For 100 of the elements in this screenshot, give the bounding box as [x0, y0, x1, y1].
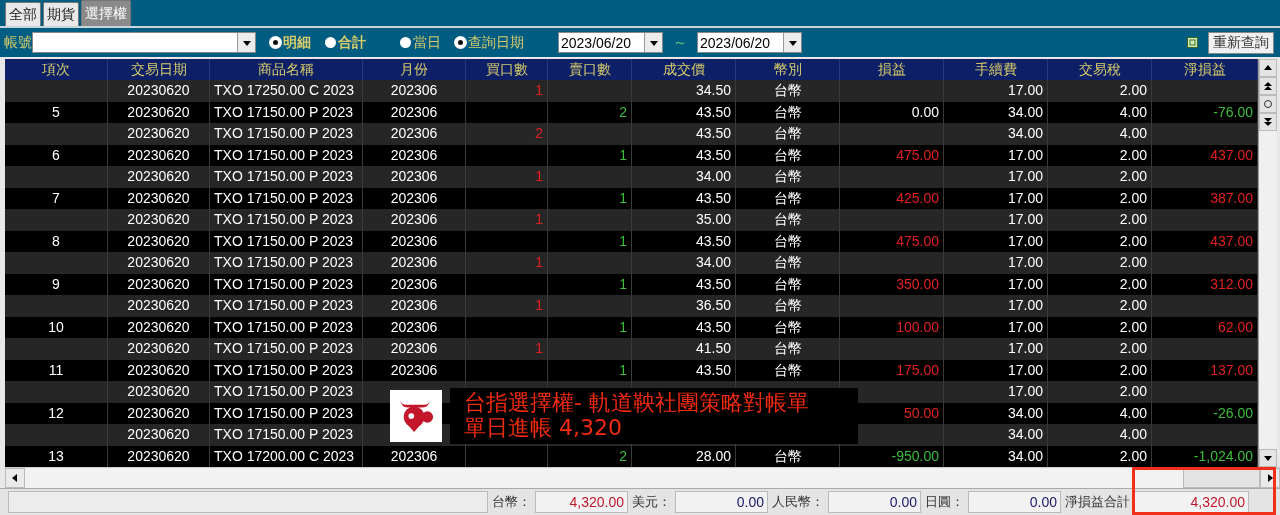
table-cell: 34.50	[695, 82, 731, 99]
table-cell: 台幣	[773, 297, 802, 314]
table-cell: -950.00	[891, 447, 939, 464]
account-dropdown[interactable]	[32, 32, 256, 54]
table-cell: 43.50	[695, 318, 731, 335]
table-cell: 475.00	[896, 146, 939, 163]
table-cell: 34.00	[695, 168, 731, 185]
table-cell: 1	[535, 340, 543, 357]
range-separator: ～	[673, 33, 687, 52]
table-cell: 8	[52, 232, 60, 249]
tab[interactable]: 全部	[5, 2, 41, 26]
vertical-scrollbar[interactable]	[1258, 59, 1277, 468]
table-cell: 34.00	[1007, 404, 1043, 421]
circle-icon[interactable]	[1263, 99, 1273, 110]
table-cell: 2.00	[1119, 168, 1147, 185]
total-value: 4,320.00	[535, 490, 628, 513]
scroll-thumb[interactable]	[1183, 468, 1260, 488]
table-cell: 43.50	[695, 125, 731, 142]
table-cell: 17.00	[1007, 82, 1043, 99]
table-cell: 17.00	[1007, 189, 1043, 206]
banner-text: 台指選擇權- 軌道鞅社團策略對帳單	[464, 390, 810, 415]
table-cell: 台幣	[773, 146, 802, 163]
radio-label[interactable]: 當日	[413, 33, 441, 52]
table-cell: TXO 17150.00 P 2023	[214, 297, 354, 314]
tab[interactable]: 期貨	[43, 2, 79, 26]
date-field[interactable]: 2023/06/20	[697, 32, 802, 54]
table-cell: 20230620	[127, 340, 190, 357]
table-cell: 台幣	[773, 340, 802, 357]
table-cell: 43.50	[695, 146, 731, 163]
table-cell: 2.00	[1119, 447, 1147, 464]
table-cell: TXO 17150.00 P 2023	[214, 426, 354, 443]
table-cell: 202306	[390, 361, 438, 378]
table-cell: 20230620	[127, 82, 190, 99]
horizontal-scrollbar[interactable]	[5, 467, 1280, 488]
table-cell: 437.00	[1210, 232, 1253, 249]
table-cell: 20230620	[127, 254, 190, 271]
table-cell: 台幣	[773, 189, 802, 206]
table-cell: 台幣	[773, 361, 802, 378]
table-cell: 17.00	[1007, 146, 1043, 163]
radio-button[interactable]	[325, 37, 336, 49]
radio-button[interactable]	[270, 37, 281, 49]
table-cell: 34.00	[1007, 103, 1043, 120]
table-cell: 20230620	[127, 447, 190, 464]
table-cell: 1	[535, 168, 543, 185]
table-cell: 7	[52, 189, 60, 206]
table-cell: 20230620	[127, 189, 190, 206]
table-cell: 台幣	[773, 82, 802, 99]
total-value: 0.00	[675, 490, 768, 513]
table-cell: 5	[52, 103, 60, 120]
table-cell: 20230620	[127, 168, 190, 185]
page-down-icon[interactable]	[1263, 117, 1273, 128]
table-cell: 202306	[390, 168, 438, 185]
table-cell: 202306	[390, 146, 438, 163]
refresh-button[interactable]: 重新查詢	[1208, 31, 1274, 54]
total-label: 台幣：	[491, 492, 532, 511]
table-cell: 台幣	[773, 211, 802, 228]
radio-button[interactable]	[455, 37, 466, 49]
scroll-left-icon[interactable]	[10, 472, 20, 483]
banner-text: 單日進帳 4,320	[464, 415, 623, 440]
table-cell: 350.00	[896, 275, 939, 292]
scroll-right-icon[interactable]	[1265, 472, 1275, 483]
table-cell: 43.50	[695, 275, 731, 292]
table-cell: 2.00	[1119, 211, 1147, 228]
table-cell: 台幣	[773, 125, 802, 142]
table-cell: 2	[619, 103, 627, 120]
table-cell: TXO 17150.00 P 2023	[214, 275, 354, 292]
table-cell: 20230620	[127, 211, 190, 228]
grid-icon[interactable]	[1187, 37, 1198, 49]
date-field[interactable]: 2023/06/20	[558, 32, 663, 54]
radio-label[interactable]: 查詢日期	[468, 33, 524, 52]
page-up-icon[interactable]	[1263, 81, 1273, 92]
table-cell: 2.00	[1119, 189, 1147, 206]
table-cell: -26.00	[1213, 404, 1253, 421]
total-value: 4,320.00	[1134, 490, 1249, 513]
table-cell: 20230620	[127, 103, 190, 120]
radio-button[interactable]	[400, 37, 411, 49]
table-cell: 20230620	[127, 404, 190, 421]
table-cell: 4.00	[1119, 125, 1147, 142]
table-cell: 1	[535, 211, 543, 228]
table-cell: 202306	[390, 232, 438, 249]
table-cell: 28.00	[695, 447, 731, 464]
table-cell: 17.00	[1007, 318, 1043, 335]
account-label: 帳號	[4, 33, 32, 52]
table-cell: 20230620	[127, 297, 190, 314]
radio-label[interactable]: 合計	[338, 33, 366, 52]
table-cell: 2.00	[1119, 254, 1147, 271]
table-cell: TXO 17150.00 P 2023	[214, 254, 354, 271]
total-value: 0.00	[968, 490, 1061, 513]
table-cell: 17.00	[1007, 383, 1043, 400]
table-cell: 202306	[390, 103, 438, 120]
table-cell: TXO 17150.00 P 2023	[214, 168, 354, 185]
table-cell: TXO 17250.00 C 2023	[214, 82, 355, 99]
table-cell: 34.00	[695, 254, 731, 271]
table-cell: 62.00	[1217, 318, 1253, 335]
total-label: 淨損益合計	[1064, 492, 1131, 511]
table-cell: 12	[48, 404, 64, 421]
table-cell: 1	[619, 232, 627, 249]
total-value: 0.00	[828, 490, 921, 513]
table-cell: TXO 17150.00 P 2023	[214, 404, 354, 421]
radio-label[interactable]: 明細	[283, 33, 311, 52]
